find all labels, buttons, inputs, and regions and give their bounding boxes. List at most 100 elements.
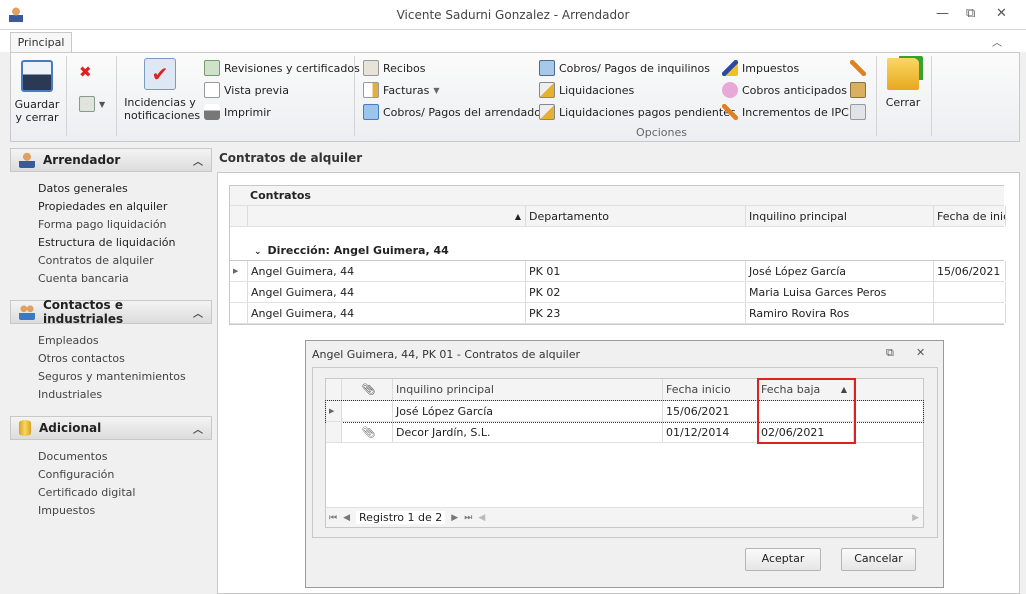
chart-arrow-icon-small[interactable] — [850, 60, 866, 76]
table-cell[interactable]: Angel Guimera, 44 — [248, 303, 526, 323]
liquidaciones-button[interactable]: Liquidaciones — [539, 82, 634, 98]
fecha-inicio-cell[interactable]: 15/06/2021 — [663, 401, 758, 421]
column-header-fecha[interactable]: Fecha de inici — [934, 206, 1006, 226]
sidebar-group-arrendador[interactable]: Arrendador ︿ — [10, 148, 212, 172]
sidebar-item-cuenta[interactable]: Cuenta bancaria — [10, 270, 212, 288]
impuestos-button[interactable]: Impuestos — [722, 60, 799, 76]
column-header-fecha-inicio[interactable]: Fecha inicio — [663, 379, 758, 400]
sidebar-item-datos-generales[interactable]: Datos generales — [10, 180, 212, 198]
next-record-icon[interactable]: ▶ — [451, 513, 458, 523]
sidebar-item-empleados[interactable]: Empleados — [10, 332, 212, 350]
table-cell[interactable] — [934, 282, 1006, 302]
delete-icon[interactable]: ✖ — [79, 63, 92, 81]
restore-button[interactable]: ⧉ — [966, 6, 975, 21]
cobros-arrendador-button[interactable]: Cobros/ Pagos del arrendador — [363, 104, 546, 120]
indicator-header — [326, 379, 342, 400]
horizontal-scrollbar[interactable]: ◀ ▶ — [478, 513, 923, 523]
table-row[interactable]: ▶ Angel Guimera, 44 PK 01 José López García… — [230, 261, 1006, 282]
calculator-icon — [79, 96, 95, 112]
column-header-inquilino[interactable]: Inquilino principal — [393, 379, 663, 400]
tax-agency-icon — [722, 60, 738, 76]
sidebar-item-impuestos[interactable]: Impuestos — [10, 502, 212, 520]
incidencias-label-2: notificaciones — [124, 109, 201, 122]
table-cell[interactable]: Ramiro Rovira Ros — [746, 303, 934, 323]
sidebar-item-documentos[interactable]: Documentos — [10, 448, 212, 466]
opciones-group-label: Opciones — [636, 126, 687, 139]
column-header-departamento[interactable]: Departamento — [526, 206, 746, 226]
group-row[interactable]: ⌄ Dirección: Angel Guimera, 44 — [230, 241, 1004, 261]
liquidaciones-pendientes-button[interactable]: Liquidaciones pagos pendientes — [539, 104, 736, 120]
tab-principal[interactable]: Principal — [10, 32, 72, 53]
sidebar-item-otros-contactos[interactable]: Otros contactos — [10, 350, 212, 368]
fecha-inicio-cell[interactable]: 01/12/2014 — [663, 422, 758, 442]
sidebar-item-propiedades[interactable]: Propiedades en alquiler — [10, 198, 212, 216]
calculator-dropdown[interactable]: ▼ — [79, 96, 105, 112]
table-cell[interactable]: PK 01 — [526, 261, 746, 281]
sidebar-item-estructura[interactable]: Estructura de liquidación — [10, 234, 212, 252]
incidencias-button[interactable]: ✔ Incidencias y notificaciones — [124, 58, 201, 122]
column-header-inquilino[interactable]: Inquilino principal — [746, 206, 934, 226]
row-indicator — [230, 303, 248, 323]
dialog-close-button[interactable]: ✕ — [916, 346, 925, 359]
save-label: Guardar — [14, 98, 60, 111]
receipt-icon — [363, 60, 379, 76]
attachment-cell[interactable] — [342, 401, 393, 421]
revisiones-button[interactable]: Revisiones y certificados — [204, 60, 360, 76]
impuestos-label: Impuestos — [742, 61, 800, 75]
sort-asc-icon[interactable]: ▲ — [248, 206, 526, 226]
imprimir-label: Imprimir — [224, 105, 271, 119]
magnifier-page-icon — [204, 82, 220, 98]
table-cell[interactable]: PK 02 — [526, 282, 746, 302]
save-close-button[interactable]: Guardar y cerrar — [14, 60, 60, 124]
chevron-up-icon[interactable]: ︿ — [193, 153, 203, 168]
imprimir-button[interactable]: Imprimir — [204, 104, 271, 120]
cerrar-label: Cerrar — [885, 96, 921, 109]
dialog-restore-button[interactable]: ⧉ — [886, 346, 894, 360]
chevron-up-icon[interactable]: ︿ — [193, 305, 203, 320]
prev-record-icon[interactable]: ◀ — [343, 513, 350, 523]
table-cell[interactable]: 15/06/2021 — [934, 261, 1006, 281]
row-indicator — [230, 282, 248, 302]
table-row[interactable]: Angel Guimera, 44 PK 23 Ramiro Rovira Ros — [230, 303, 1006, 324]
chevron-down-icon[interactable]: ⌄ — [254, 247, 262, 257]
table-cell[interactable]: Maria Luisa Garces Peros — [746, 282, 934, 302]
cobros-inquilinos-button[interactable]: Cobros/ Pagos de inquilinos — [539, 60, 710, 76]
title-bar: Vicente Sadurni Gonzalez - Arrendador — … — [0, 0, 1026, 30]
sidebar-group-contactos[interactable]: Contactos e industriales ︿ — [10, 298, 212, 326]
paperclip-icon[interactable]: 📎︎ — [342, 379, 393, 400]
close-window-button[interactable]: ✕ — [996, 6, 1007, 21]
collapse-ribbon-icon[interactable]: ︿ — [992, 34, 1002, 49]
sidebar-item-forma-pago[interactable]: Forma pago liquidación — [10, 216, 212, 234]
vista-previa-button[interactable]: Vista previa — [204, 82, 289, 98]
table-cell[interactable]: José López García — [746, 261, 934, 281]
sidebar-item-seguros[interactable]: Seguros y mantenimientos — [10, 368, 212, 386]
first-record-icon[interactable]: ⏮ — [329, 513, 337, 523]
table-cell[interactable]: PK 23 — [526, 303, 746, 323]
sidebar-item-certificado[interactable]: Certificado digital — [10, 484, 212, 502]
cobros-anticipados-button[interactable]: Cobros anticipados — [722, 82, 847, 98]
table-row[interactable]: Angel Guimera, 44 PK 02 Maria Luisa Garces… — [230, 282, 1006, 303]
table-cell[interactable]: Angel Guimera, 44 — [248, 282, 526, 302]
table-cell[interactable] — [934, 303, 1006, 323]
sidebar: Arrendador ︿ Datos generales Propiedades … — [10, 148, 212, 594]
sidebar-item-industriales[interactable]: Industriales — [10, 386, 212, 404]
paperclip-icon[interactable]: 📎︎ — [342, 422, 393, 442]
cancel-button[interactable]: Cancelar — [841, 548, 916, 571]
last-record-icon[interactable]: ⏭ — [464, 513, 472, 523]
money-person-icon[interactable] — [850, 82, 866, 98]
minimize-button[interactable]: — — [936, 6, 949, 21]
table-cell[interactable]: Angel Guimera, 44 — [248, 261, 526, 281]
sidebar-group-adicional[interactable]: Adicional ︿ — [10, 416, 212, 440]
facturas-dropdown[interactable]: Facturas ▼ — [363, 82, 440, 98]
inquilino-cell[interactable]: José López García — [393, 401, 663, 421]
liquidaciones-pendientes-label: Liquidaciones pagos pendientes — [559, 105, 736, 119]
accept-button[interactable]: Aceptar — [745, 548, 821, 571]
safe-icon[interactable] — [850, 104, 866, 120]
incrementos-ipc-button[interactable]: Incrementos de IPC — [722, 104, 849, 120]
sidebar-item-configuracion[interactable]: Configuración — [10, 466, 212, 484]
cerrar-button[interactable]: Cerrar — [882, 58, 924, 109]
recibos-button[interactable]: Recibos — [363, 60, 425, 76]
sidebar-item-contratos[interactable]: Contratos de alquiler — [10, 252, 212, 270]
inquilino-cell[interactable]: Decor Jardín, S.L. — [393, 422, 663, 442]
chevron-up-icon[interactable]: ︿ — [193, 421, 203, 436]
